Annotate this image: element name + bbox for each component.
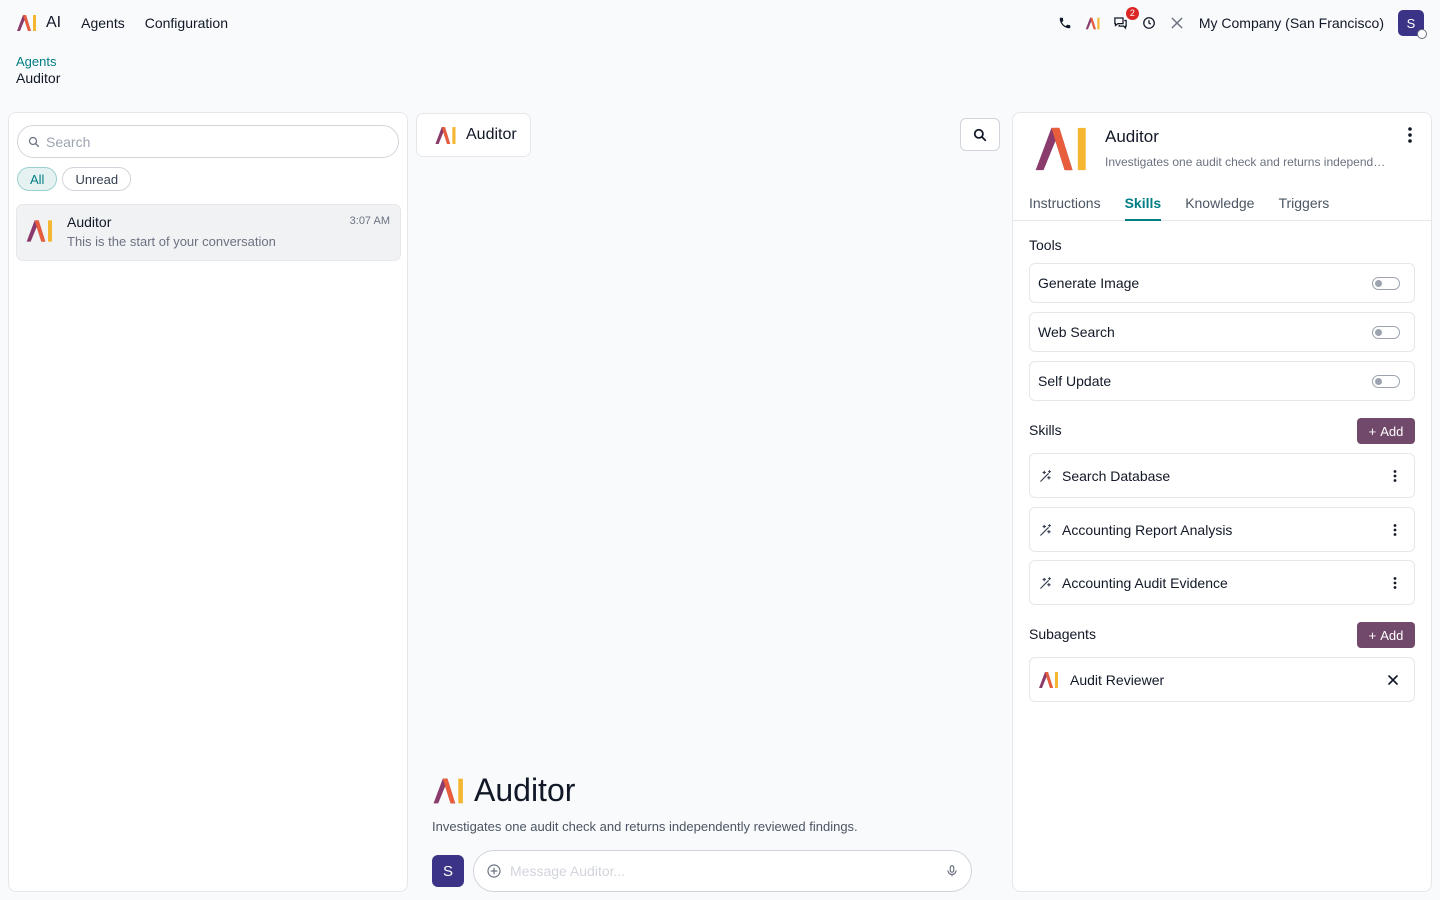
tool-toggle-web-search[interactable] [1372, 325, 1400, 339]
search-input[interactable] [46, 133, 376, 150]
tool-row-web-search: Web Search [1029, 312, 1415, 352]
tab-skills[interactable]: Skills [1124, 191, 1161, 221]
skill-row[interactable]: Search Database [1029, 453, 1415, 498]
tools-section-title: Tools [1029, 237, 1062, 253]
chat-header: Auditor [416, 113, 531, 157]
agent-avatar-icon [25, 219, 55, 246]
clock-icon[interactable] [1141, 15, 1157, 31]
plus-icon: + [1368, 423, 1377, 439]
message-composer [473, 850, 972, 892]
conversation-preview: This is the start of your conversation [67, 234, 276, 249]
welcome-title: Auditor [474, 772, 576, 808]
tab-knowledge[interactable]: Knowledge [1185, 191, 1254, 221]
agent-name: Auditor [1105, 127, 1159, 146]
add-skill-label: Add [1380, 423, 1404, 439]
plus-icon: + [1368, 627, 1377, 643]
phone-icon[interactable] [1057, 15, 1073, 31]
add-subagent-label: Add [1380, 627, 1404, 643]
add-attachment-icon[interactable] [486, 863, 502, 879]
ai-logo-icon [435, 126, 456, 144]
breadcrumb: Agents Auditor [16, 54, 60, 86]
tab-instructions[interactable]: Instructions [1029, 191, 1101, 221]
skill-sparkle-icon [1038, 522, 1054, 538]
notification-badge: 2 [1125, 7, 1139, 20]
skill-sparkle-icon [1038, 575, 1054, 591]
tool-toggle-generate-image[interactable] [1372, 276, 1400, 290]
conversation-filters: All Unread [17, 167, 132, 191]
welcome-description: Investigates one audit check and returns… [432, 819, 858, 834]
add-skill-button[interactable]: + Add [1357, 418, 1415, 444]
skill-row[interactable]: Accounting Audit Evidence [1029, 560, 1415, 605]
tool-label: Generate Image [1038, 275, 1140, 291]
menu-configuration[interactable]: Configuration [145, 15, 228, 31]
subagents-section-title: Subagents [1029, 626, 1096, 642]
composer-user-avatar: S [432, 855, 464, 887]
user-avatar[interactable]: S [1398, 10, 1427, 39]
skill-options-icon[interactable] [1388, 574, 1402, 592]
chat-search-button[interactable] [960, 118, 1000, 151]
chat-title: Auditor [466, 126, 517, 143]
menu-agents[interactable]: Agents [81, 15, 125, 31]
chat-welcome: Auditor Investigates one audit check and… [432, 772, 858, 834]
agent-options-icon[interactable] [1401, 125, 1419, 145]
breadcrumb-agents-link[interactable]: Agents [16, 54, 60, 69]
agent-logo-icon [1033, 125, 1091, 176]
subagent-row[interactable]: Audit Reviewer [1029, 657, 1415, 702]
conversation-time: 3:07 AM [349, 215, 390, 227]
brand-name: AI [46, 14, 62, 31]
skill-label: Search Database [1062, 467, 1171, 484]
user-initial: S [1406, 15, 1416, 31]
agent-description: Investigates one audit check and returns… [1105, 155, 1387, 169]
user-status-indicator [1417, 29, 1427, 39]
skill-label: Accounting Audit Evidence [1062, 574, 1228, 591]
filter-all[interactable]: All [17, 167, 58, 191]
microphone-icon[interactable] [945, 863, 959, 879]
subagent-label: Audit Reviewer [1070, 671, 1165, 688]
agent-tabs: Instructions Skills Knowledge Triggers [1013, 191, 1431, 221]
skill-label: Accounting Report Analysis [1062, 521, 1233, 538]
tools-icon[interactable] [1169, 15, 1185, 31]
skill-row[interactable]: Accounting Report Analysis [1029, 507, 1415, 552]
skill-options-icon[interactable] [1388, 521, 1402, 539]
tab-triggers[interactable]: Triggers [1278, 191, 1329, 221]
add-subagent-button[interactable]: + Add [1357, 622, 1415, 648]
top-navbar: AI Agents Configuration 2 My Company (Sa… [0, 0, 1440, 46]
ai-logo-icon [433, 778, 463, 803]
conversation-item[interactable]: Auditor This is the start of your conver… [16, 204, 401, 261]
search-icon [28, 136, 40, 147]
conversation-name: Auditor [67, 214, 112, 230]
company-switcher[interactable]: My Company (San Francisco) [1199, 15, 1384, 31]
tool-row-self-update: Self Update [1029, 361, 1415, 401]
skill-sparkle-icon [1038, 468, 1054, 484]
skill-options-icon[interactable] [1388, 467, 1402, 485]
tool-label: Self Update [1038, 373, 1112, 389]
breadcrumb-current: Auditor [16, 70, 61, 86]
agent-settings-panel: Auditor Investigates one audit check and… [1012, 112, 1432, 892]
remove-subagent-icon[interactable] [1386, 671, 1400, 689]
ai-assistant-icon[interactable] [1085, 15, 1101, 31]
message-input[interactable] [510, 863, 937, 879]
search-icon [973, 128, 987, 141]
tool-toggle-self-update[interactable] [1372, 374, 1400, 388]
systray: 2 My Company (San Francisco) S [1057, 7, 1427, 39]
tool-row-generate-image: Generate Image [1029, 263, 1415, 303]
conversation-list-panel: All Unread Auditor This is the start of … [8, 112, 408, 892]
subagent-logo-icon [1038, 671, 1060, 688]
ai-logo-icon [17, 15, 36, 31]
composer-user-initial: S [442, 862, 453, 880]
filter-unread[interactable]: Unread [62, 167, 132, 191]
app-brand[interactable]: AI [16, 14, 61, 32]
messages-icon[interactable]: 2 [1113, 7, 1139, 31]
tool-label: Web Search [1038, 324, 1115, 340]
conversation-search[interactable] [17, 125, 399, 158]
skills-section-title: Skills [1029, 422, 1062, 438]
